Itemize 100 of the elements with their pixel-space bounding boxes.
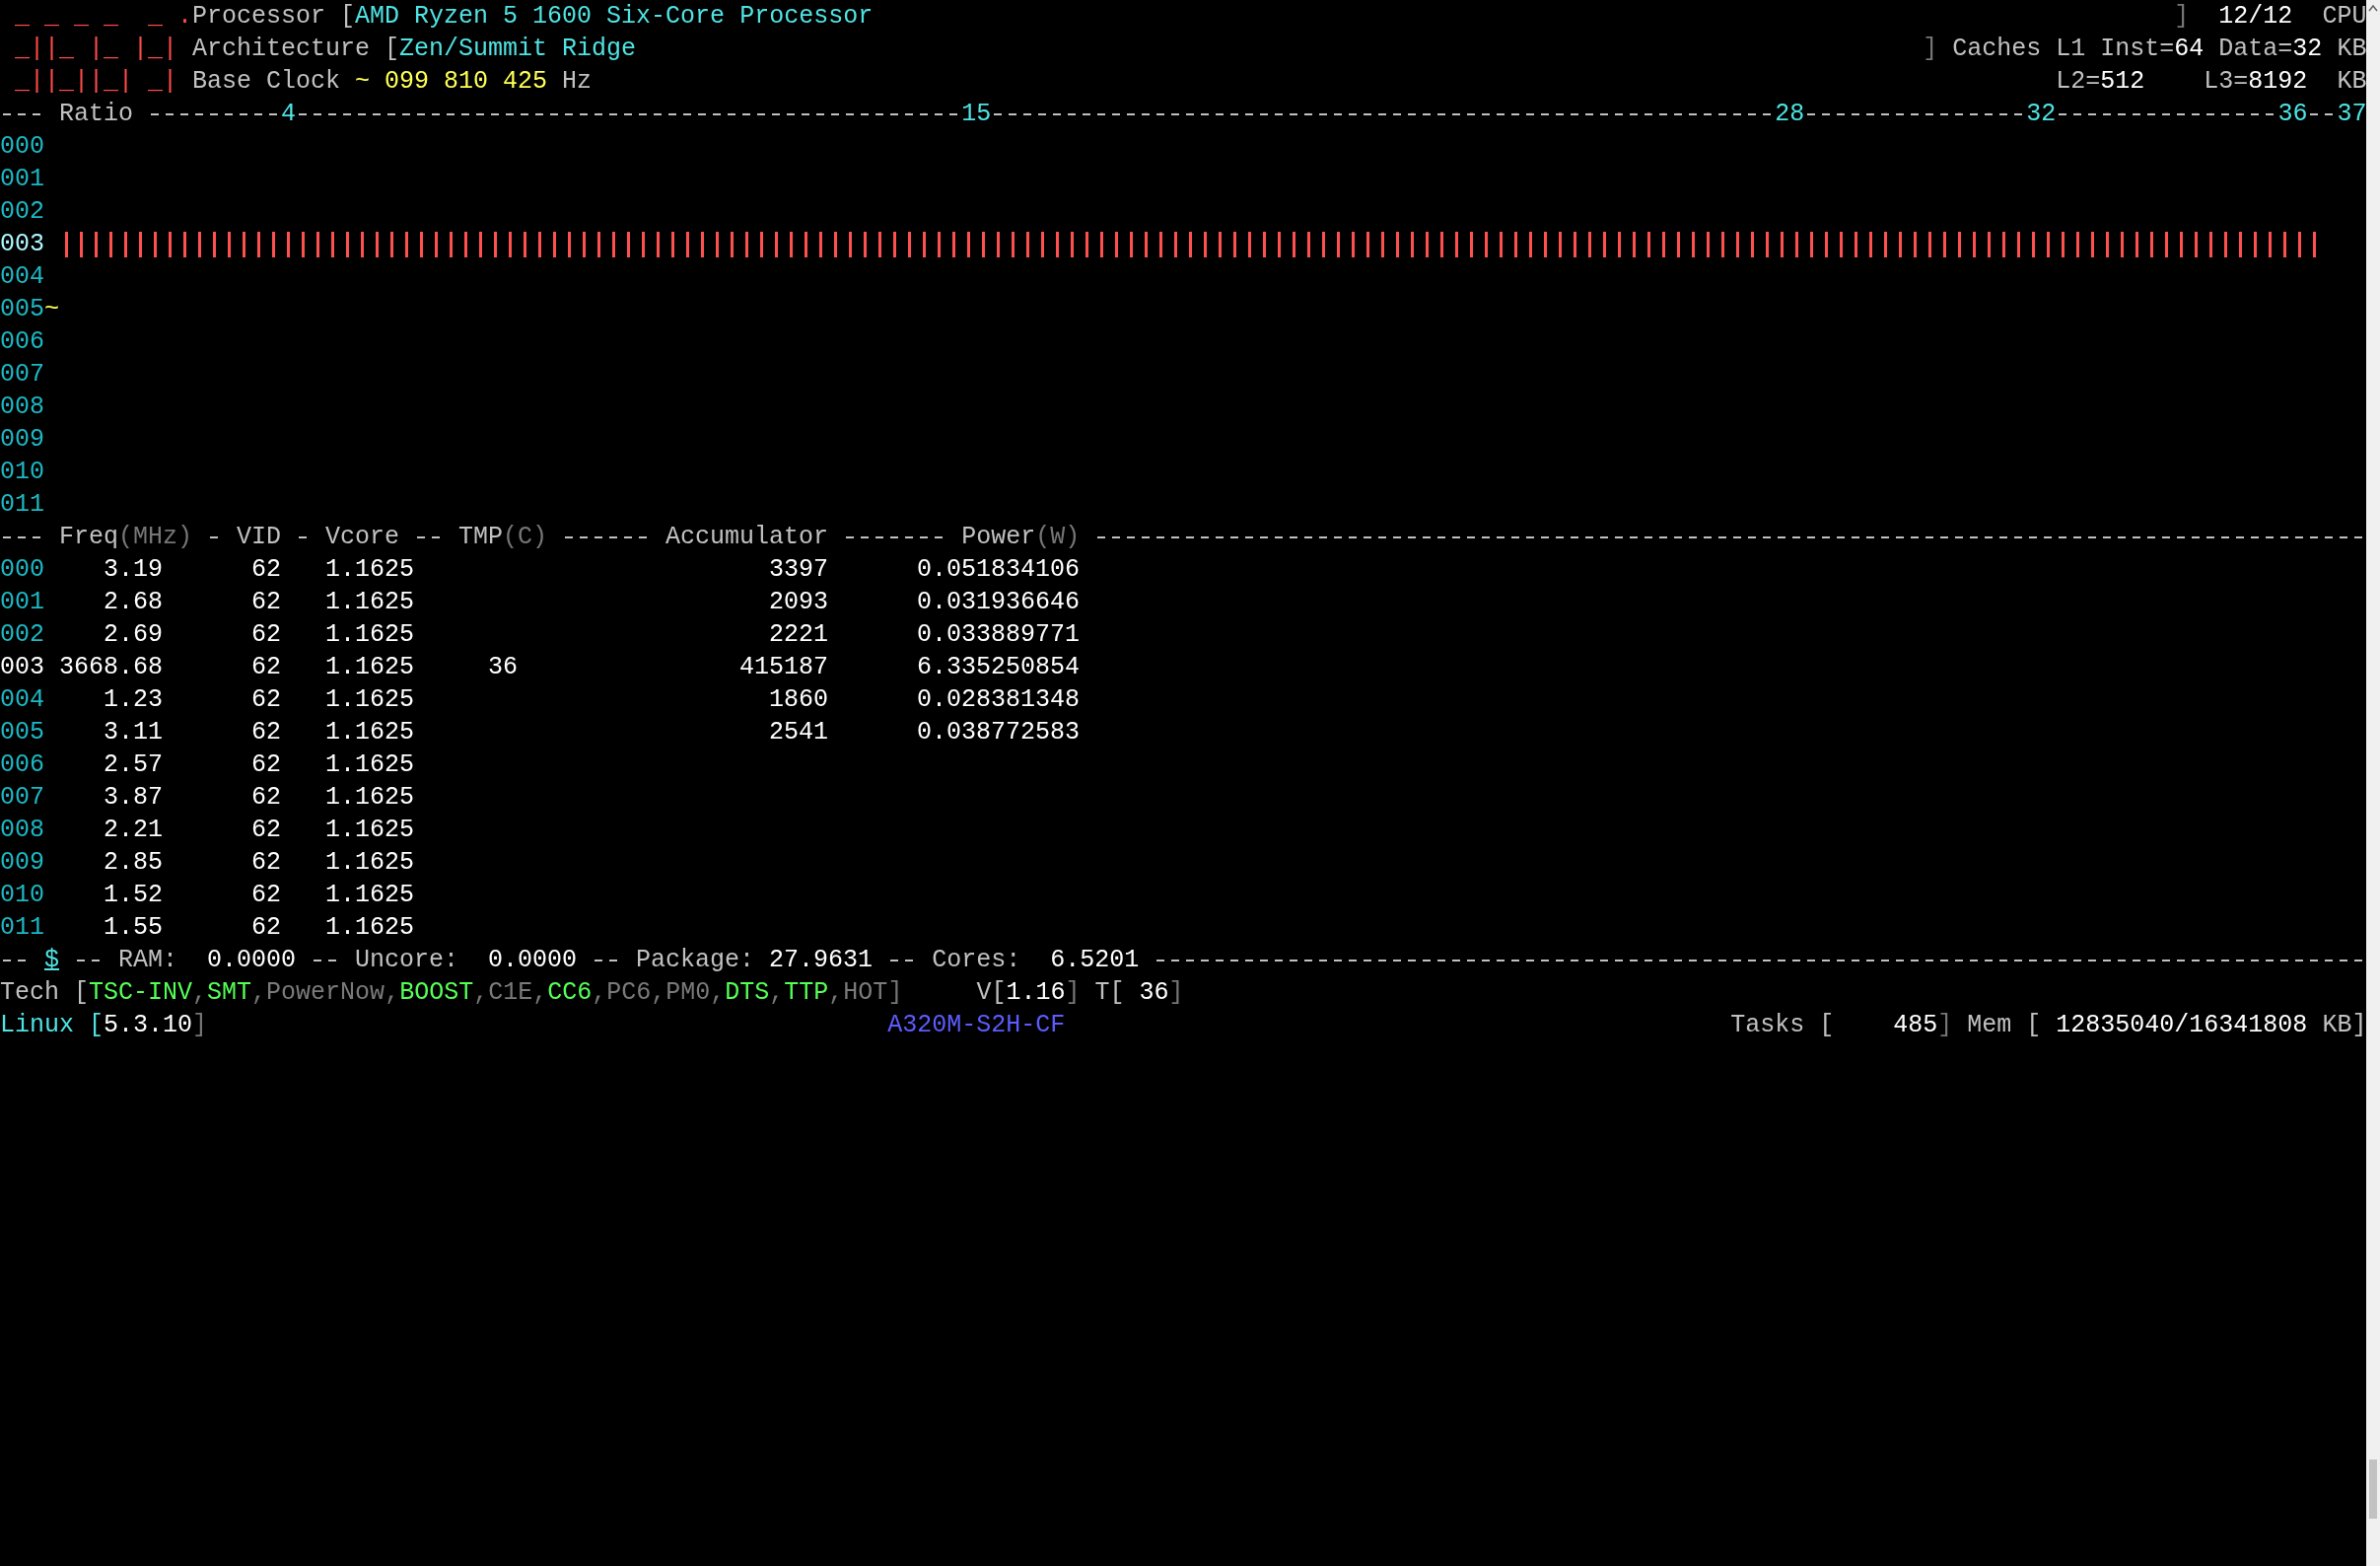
core-number: 004 [0, 684, 44, 716]
accumulator-cell-text: 3397 [769, 554, 829, 586]
vid-cell-text: 62 [250, 782, 282, 814]
feature-label: PM0 [665, 977, 711, 1009]
ratio-tick: 15 [961, 99, 992, 130]
power-label: Package: [636, 945, 755, 976]
arrow-up-icon[interactable] [2368, 4, 2379, 12]
feature-label: DTS [725, 977, 770, 1009]
core-number: 008 [0, 815, 44, 846]
temperature-value: 36 [1138, 977, 1169, 1009]
vcore-cell-text: 1.1625 [324, 782, 415, 814]
separator-comma: , [251, 977, 267, 1009]
bracket: ] [1923, 34, 1938, 65]
vid-cell-text: 62 [250, 587, 282, 618]
mem-unit: KB] [2322, 1010, 2367, 1041]
core-number: 009 [0, 424, 44, 456]
column-header: Freq [59, 522, 118, 553]
core-number: 008 [0, 392, 44, 423]
freq-cell-text: 2.68 [103, 587, 163, 618]
cache-value: 512 [2100, 66, 2146, 98]
cpu-label: CPU [2322, 1, 2367, 33]
vcore-cell-text: 1.1625 [324, 587, 415, 618]
bracket: ] [1168, 977, 1184, 1009]
separator-comma: , [592, 977, 607, 1009]
core-number: 003 [0, 652, 44, 683]
vid-cell-text: 62 [250, 815, 282, 846]
core-number: 010 [0, 457, 44, 488]
cache-value: 8192 [2248, 66, 2308, 98]
feature-label: CC6 [547, 977, 593, 1009]
freq-cell-text: 3.87 [103, 782, 163, 814]
cache-label: L2= [2056, 66, 2101, 98]
freq-cell-text: 1.23 [103, 684, 163, 716]
base-clock-label: Base Clock [192, 66, 341, 98]
scrollbar-thumb[interactable] [2369, 1459, 2378, 1519]
power-cell-text: 0.028381348 [917, 684, 1081, 716]
freq-cell-text: 3.19 [103, 554, 163, 586]
cache-value: 64 [2174, 34, 2205, 65]
vid-cell-text: 62 [250, 749, 282, 781]
freq-cell-text: 3668.68 [58, 652, 163, 683]
vcore-cell-text: 1.1625 [324, 619, 415, 651]
core-number: 002 [0, 196, 44, 228]
mem-value: 12835040/16341808 [2056, 1010, 2308, 1041]
freq-cell-text: 2.69 [103, 619, 163, 651]
tech-label: Tech [ [0, 977, 89, 1009]
vcore-cell-text: 1.1625 [324, 880, 415, 911]
vid-cell-text: 62 [250, 880, 282, 911]
feature-label: HOT [843, 977, 888, 1009]
vcore-cell-text: 1.1625 [324, 847, 415, 879]
base-clock-unit: Hz [562, 66, 593, 98]
accumulator-cell-text: 415187 [739, 652, 829, 683]
core-number: 001 [0, 164, 44, 195]
vcore-cell-text: 1.1625 [324, 652, 415, 683]
vcore-cell-text: 1.1625 [324, 554, 415, 586]
vcore-cell-text: 1.1625 [324, 815, 415, 846]
core-number: 003 [0, 229, 44, 260]
vcore-cell-text: 1.1625 [324, 912, 415, 944]
core-number: 002 [0, 619, 44, 651]
cache-unit: KB [2337, 66, 2367, 98]
bracket: ] [192, 1010, 208, 1041]
power-cell-text: 0.033889771 [917, 619, 1081, 651]
processor-name: AMD Ryzen 5 1600 Six-Core Processor [355, 1, 874, 33]
cache-label: L3= [2204, 66, 2249, 98]
vid-cell-text: 62 [250, 554, 282, 586]
core-number: 004 [0, 261, 44, 293]
column-unit: (C) [503, 522, 548, 553]
board-name: A320M-S2H-CF [887, 1010, 1066, 1041]
separator-comma: , [769, 977, 785, 1009]
os-label: Linux [ [0, 1010, 105, 1041]
vid-cell-text: 62 [250, 684, 282, 716]
power-cell-text: 0.038772583 [917, 717, 1081, 748]
vid-cell-text: 62 [250, 717, 282, 748]
logo-text: _||_ |_ |_| [14, 34, 179, 65]
scrollbar[interactable] [2366, 0, 2380, 1566]
ratio-tick: 37 [2337, 99, 2367, 130]
power-value: 0.0000 [206, 945, 297, 976]
column-header: Vcore [325, 522, 400, 553]
separator-comma: , [828, 977, 844, 1009]
vid-cell-text: 62 [250, 652, 282, 683]
power-cell-text: 0.031936646 [917, 587, 1081, 618]
column-unit: (W) [1035, 522, 1081, 553]
processor-label: Processor [ [192, 1, 356, 33]
cache-label: Data= [2218, 34, 2293, 65]
vid-cell-text: 62 [250, 619, 282, 651]
core-number: 007 [0, 359, 44, 391]
dollar-link[interactable]: $ [44, 944, 59, 976]
power-label: Uncore: [355, 945, 459, 976]
core-number: 006 [0, 326, 44, 358]
bracket: ] [1937, 1010, 1953, 1041]
power-value: 27.9631 [768, 945, 874, 976]
separator-comma: , [710, 977, 726, 1009]
accumulator-cell-text: 2541 [769, 717, 829, 748]
power-cell-text: 0.051834106 [917, 554, 1081, 586]
freq-cell-text: 1.55 [103, 912, 163, 944]
tilde-marker: ~ [44, 294, 59, 325]
feature-label: C1E [488, 977, 533, 1009]
separator-comma: , [532, 977, 548, 1009]
ratio-label: Ratio [59, 99, 133, 130]
caches-label: Caches L1 [1952, 34, 2086, 65]
cache-unit: KB [2337, 34, 2367, 65]
separator-comma: , [473, 977, 489, 1009]
